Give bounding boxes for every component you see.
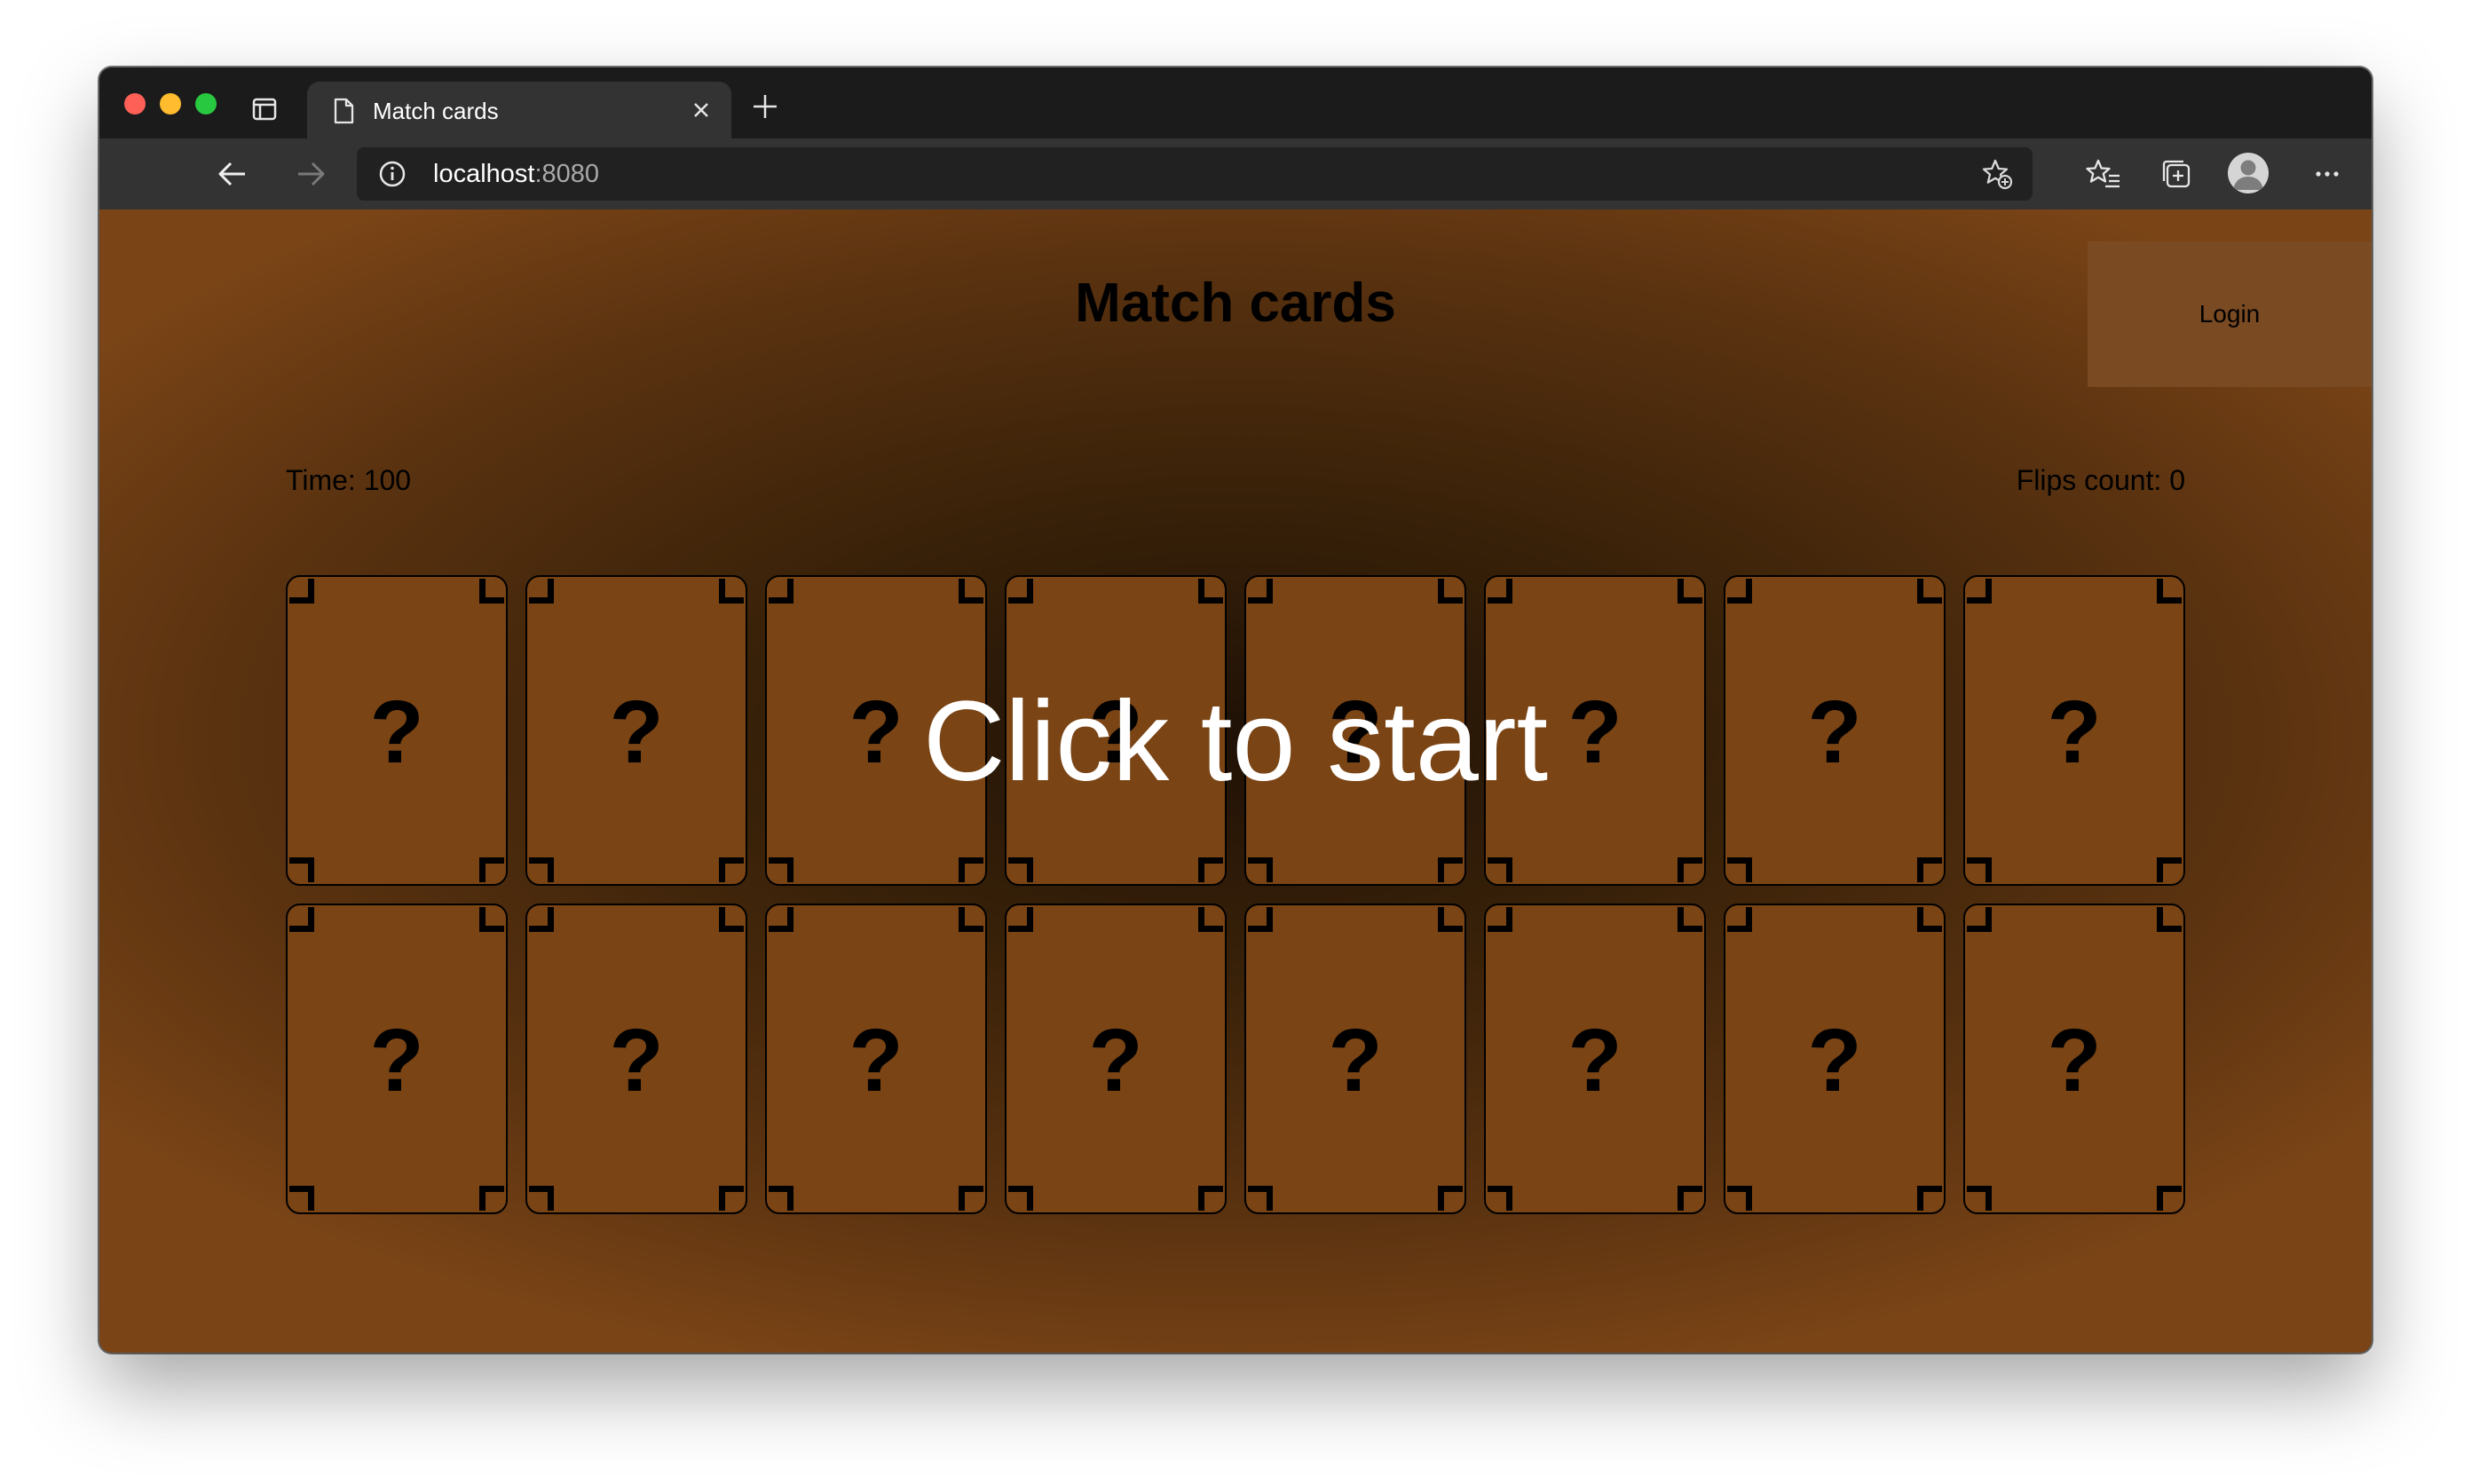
card-question-mark: ? — [2047, 1011, 2102, 1110]
memory-card[interactable]: ? — [1484, 904, 1706, 1214]
tab-actions-icon[interactable] — [252, 98, 277, 121]
card-question-mark: ? — [609, 1011, 664, 1110]
card-question-mark: ? — [2047, 683, 2102, 782]
favorites-icon[interactable] — [2086, 156, 2121, 192]
memory-card[interactable]: ? — [1484, 575, 1706, 886]
close-icon[interactable] — [689, 98, 714, 122]
memory-card[interactable]: ? — [525, 904, 747, 1214]
back-arrow-icon[interactable] — [215, 156, 250, 192]
collections-icon[interactable] — [2159, 156, 2194, 192]
page-icon — [334, 98, 354, 124]
card-question-mark: ? — [1567, 683, 1622, 782]
url-text: localhost:8080 — [433, 160, 599, 188]
card-question-mark: ? — [369, 683, 424, 782]
memory-card[interactable]: ? — [286, 575, 508, 886]
card-question-mark: ? — [369, 1011, 424, 1110]
plus-icon[interactable] — [751, 92, 779, 121]
tab-title: Match cards — [373, 98, 499, 124]
card-question-mark: ? — [1807, 1011, 1862, 1110]
memory-card[interactable]: ? — [1244, 575, 1466, 886]
memory-card[interactable]: ? — [525, 575, 747, 886]
memory-card[interactable]: ? — [765, 904, 987, 1214]
tab-match-cards[interactable]: Match cards — [307, 82, 731, 138]
card-question-mark: ? — [1088, 1011, 1143, 1110]
memory-card[interactable]: ? — [1724, 904, 1946, 1214]
url-host: localhost — [433, 160, 535, 188]
minimize-window-button[interactable] — [160, 93, 181, 114]
memory-card[interactable]: ? — [1724, 575, 1946, 886]
more-icon[interactable] — [2309, 156, 2345, 192]
page-title: Match cards — [1075, 272, 1396, 334]
memory-card[interactable]: ? — [765, 575, 987, 886]
browser-window: Match cards localhost:8080 Match cards L… — [99, 67, 2372, 1353]
memory-card[interactable]: ? — [1005, 575, 1227, 886]
timer-label: Time: 100 — [286, 464, 412, 496]
memory-card[interactable]: ? — [1963, 904, 2185, 1214]
browser-toolbar: localhost:8080 — [99, 138, 2372, 209]
profile-avatar[interactable] — [2228, 153, 2269, 193]
card-question-mark: ? — [849, 1011, 904, 1110]
card-question-mark: ? — [609, 683, 664, 782]
info-icon[interactable] — [378, 160, 407, 188]
zoom-window-button[interactable] — [195, 93, 217, 114]
address-bar[interactable]: localhost:8080 — [357, 147, 2033, 201]
title-bar: Match cards — [99, 67, 2372, 138]
person-icon — [2233, 160, 2263, 190]
card-question-mark: ? — [1328, 683, 1383, 782]
card-question-mark: ? — [1088, 683, 1143, 782]
forward-arrow-icon[interactable] — [293, 156, 328, 192]
flips-count-label: Flips count: 0 — [2016, 464, 2185, 496]
close-window-button[interactable] — [124, 93, 146, 114]
card-question-mark: ? — [1567, 1011, 1622, 1110]
star-plus-icon[interactable] — [1981, 158, 2013, 190]
card-question-mark: ? — [1328, 1011, 1383, 1110]
game-page[interactable]: Match cards Login Time: 100 Flips count:… — [99, 209, 2372, 1353]
memory-card[interactable]: ? — [1005, 904, 1227, 1214]
card-question-mark: ? — [1807, 683, 1862, 782]
url-port: :8080 — [534, 160, 600, 188]
memory-card[interactable]: ? — [1244, 904, 1466, 1214]
login-button[interactable]: Login — [2088, 241, 2372, 387]
memory-card[interactable]: ? — [286, 904, 508, 1214]
memory-card[interactable]: ? — [1963, 575, 2185, 886]
card-question-mark: ? — [849, 683, 904, 782]
